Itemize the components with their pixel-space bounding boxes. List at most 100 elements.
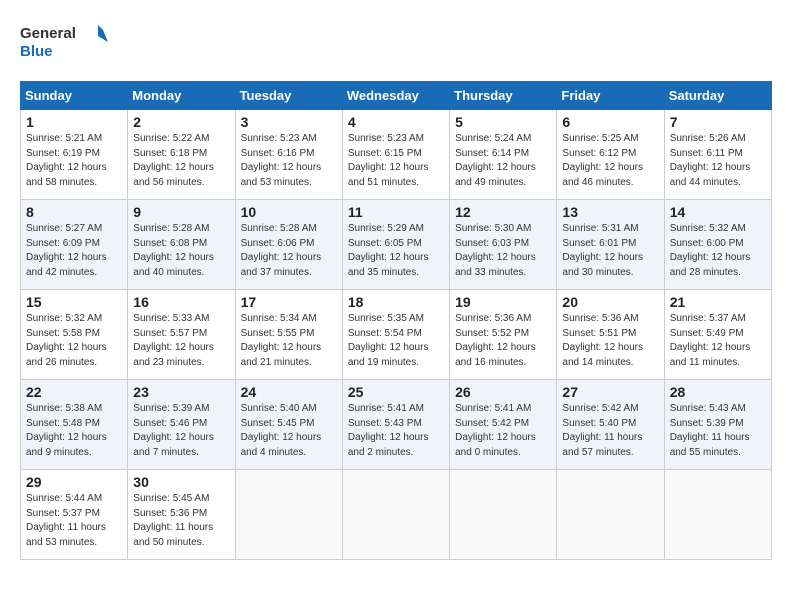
day-number: 28 [670,384,766,400]
calendar-day-cell: 12Sunrise: 5:30 AM Sunset: 6:03 PM Dayli… [450,200,557,290]
day-number: 27 [562,384,658,400]
svg-text:Blue: Blue [20,43,53,60]
calendar-day-cell: 2 Sunrise: 5:22 AM Sunset: 6:18 PM Daylig… [128,110,235,200]
calendar-day-cell: 10 Sunrise: 5:28 AM Sunset: 6:06 PM Dayli… [235,200,342,290]
day-number: 16 [133,294,229,310]
calendar-day-cell: 19Sunrise: 5:36 AM Sunset: 5:52 PM Dayli… [450,290,557,380]
calendar-day-cell: 20Sunrise: 5:36 AM Sunset: 5:51 PM Dayli… [557,290,664,380]
day-number: 11 [348,204,444,220]
weekday-header-cell: Thursday [450,82,557,110]
calendar-week-row: 29 Sunrise: 5:44 AM Sunset: 5:37 PM Dayli… [21,470,772,560]
day-number: 4 [348,114,444,130]
day-number: 21 [670,294,766,310]
day-number: 3 [241,114,337,130]
day-info: Sunrise: 5:28 AM Sunset: 6:06 PM Dayligh… [241,222,337,280]
day-info: Sunrise: 5:23 AM Sunset: 6:15 PM Dayligh… [348,132,444,190]
day-number: 17 [241,294,337,310]
day-number: 19 [455,294,551,310]
day-info: Sunrise: 5:27 AM Sunset: 6:09 PM Dayligh… [26,222,122,280]
calendar-day-cell: 28Sunrise: 5:43 AM Sunset: 5:39 PM Dayli… [664,380,771,470]
calendar-day-cell: 16 Sunrise: 5:33 AM Sunset: 5:57 PM Dayli… [128,290,235,380]
day-number: 7 [670,114,766,130]
day-number: 29 [26,474,122,490]
weekday-header-cell: Tuesday [235,82,342,110]
day-number: 9 [133,204,229,220]
day-number: 13 [562,204,658,220]
day-info: Sunrise: 5:39 AM Sunset: 5:46 PM Dayligh… [133,402,229,460]
calendar-day-cell: 14 Sunrise: 5:32 AM Sunset: 6:00 PM Dayli… [664,200,771,290]
day-info: Sunrise: 5:44 AM Sunset: 5:37 PM Dayligh… [26,492,122,550]
day-number: 5 [455,114,551,130]
day-number: 26 [455,384,551,400]
day-info: Sunrise: 5:35 AM Sunset: 5:54 PM Dayligh… [348,312,444,370]
day-number: 22 [26,384,122,400]
calendar-day-cell: 25Sunrise: 5:41 AM Sunset: 5:43 PM Dayli… [342,380,449,470]
day-info: Sunrise: 5:45 AM Sunset: 5:36 PM Dayligh… [133,492,229,550]
calendar-day-cell: 5 Sunrise: 5:24 AM Sunset: 6:14 PM Daylig… [450,110,557,200]
calendar-day-cell: 26 Sunrise: 5:41 AM Sunset: 5:42 PM Dayli… [450,380,557,470]
weekday-header-cell: Friday [557,82,664,110]
calendar-day-cell: 6Sunrise: 5:25 AM Sunset: 6:12 PM Daylig… [557,110,664,200]
calendar-day-cell: 8 Sunrise: 5:27 AM Sunset: 6:09 PM Daylig… [21,200,128,290]
day-info: Sunrise: 5:25 AM Sunset: 6:12 PM Dayligh… [562,132,658,190]
calendar-day-cell: 30 Sunrise: 5:45 AM Sunset: 5:36 PM Dayli… [128,470,235,560]
calendar-day-cell [235,470,342,560]
day-info: Sunrise: 5:32 AM Sunset: 5:58 PM Dayligh… [26,312,122,370]
day-number: 2 [133,114,229,130]
calendar-day-cell: 23 Sunrise: 5:39 AM Sunset: 5:46 PM Dayli… [128,380,235,470]
day-info: Sunrise: 5:42 AM Sunset: 5:40 PM Dayligh… [562,402,658,460]
calendar-day-cell [450,470,557,560]
day-info: Sunrise: 5:41 AM Sunset: 5:42 PM Dayligh… [455,402,551,460]
day-info: Sunrise: 5:22 AM Sunset: 6:18 PM Dayligh… [133,132,229,190]
day-info: Sunrise: 5:34 AM Sunset: 5:55 PM Dayligh… [241,312,337,370]
calendar-day-cell: 17 Sunrise: 5:34 AM Sunset: 5:55 PM Dayli… [235,290,342,380]
calendar-week-row: 15 Sunrise: 5:32 AM Sunset: 5:58 PM Dayli… [21,290,772,380]
header: General Blue [20,20,772,65]
day-info: Sunrise: 5:29 AM Sunset: 6:05 PM Dayligh… [348,222,444,280]
weekday-header-cell: Saturday [664,82,771,110]
day-info: Sunrise: 5:40 AM Sunset: 5:45 PM Dayligh… [241,402,337,460]
day-info: Sunrise: 5:26 AM Sunset: 6:11 PM Dayligh… [670,132,766,190]
day-number: 18 [348,294,444,310]
calendar-day-cell: 11 Sunrise: 5:29 AM Sunset: 6:05 PM Dayli… [342,200,449,290]
calendar-day-cell: 24 Sunrise: 5:40 AM Sunset: 5:45 PM Dayli… [235,380,342,470]
day-info: Sunrise: 5:30 AM Sunset: 6:03 PM Dayligh… [455,222,551,280]
day-info: Sunrise: 5:41 AM Sunset: 5:43 PM Dayligh… [348,402,444,460]
weekday-header-cell: Wednesday [342,82,449,110]
day-info: Sunrise: 5:21 AM Sunset: 6:19 PM Dayligh… [26,132,122,190]
calendar-day-cell: 15 Sunrise: 5:32 AM Sunset: 5:58 PM Dayli… [21,290,128,380]
calendar-day-cell [557,470,664,560]
calendar-day-cell: 29 Sunrise: 5:44 AM Sunset: 5:37 PM Dayli… [21,470,128,560]
day-number: 8 [26,204,122,220]
day-info: Sunrise: 5:33 AM Sunset: 5:57 PM Dayligh… [133,312,229,370]
calendar-day-cell: 27 Sunrise: 5:42 AM Sunset: 5:40 PM Dayli… [557,380,664,470]
day-number: 23 [133,384,229,400]
calendar-week-row: 22 Sunrise: 5:38 AM Sunset: 5:48 PM Dayli… [21,380,772,470]
logo: General Blue [20,20,110,65]
weekday-header-cell: Sunday [21,82,128,110]
day-info: Sunrise: 5:23 AM Sunset: 6:16 PM Dayligh… [241,132,337,190]
calendar-body: 1 Sunrise: 5:21 AM Sunset: 6:19 PM Daylig… [21,110,772,560]
calendar-day-cell: 7 Sunrise: 5:26 AM Sunset: 6:11 PM Daylig… [664,110,771,200]
calendar-day-cell: 9 Sunrise: 5:28 AM Sunset: 6:08 PM Daylig… [128,200,235,290]
calendar-day-cell: 13Sunrise: 5:31 AM Sunset: 6:01 PM Dayli… [557,200,664,290]
day-number: 24 [241,384,337,400]
day-number: 14 [670,204,766,220]
calendar-day-cell: 4 Sunrise: 5:23 AM Sunset: 6:15 PM Daylig… [342,110,449,200]
calendar-day-cell [664,470,771,560]
logo-svg: General Blue [20,20,110,65]
calendar-day-cell: 22 Sunrise: 5:38 AM Sunset: 5:48 PM Dayli… [21,380,128,470]
day-info: Sunrise: 5:36 AM Sunset: 5:51 PM Dayligh… [562,312,658,370]
day-info: Sunrise: 5:38 AM Sunset: 5:48 PM Dayligh… [26,402,122,460]
day-number: 30 [133,474,229,490]
calendar-table: SundayMondayTuesdayWednesdayThursdayFrid… [20,81,772,560]
day-number: 1 [26,114,122,130]
day-info: Sunrise: 5:28 AM Sunset: 6:08 PM Dayligh… [133,222,229,280]
day-info: Sunrise: 5:32 AM Sunset: 6:00 PM Dayligh… [670,222,766,280]
day-info: Sunrise: 5:24 AM Sunset: 6:14 PM Dayligh… [455,132,551,190]
weekday-header-cell: Monday [128,82,235,110]
day-number: 10 [241,204,337,220]
calendar-day-cell: 18 Sunrise: 5:35 AM Sunset: 5:54 PM Dayli… [342,290,449,380]
calendar-week-row: 1 Sunrise: 5:21 AM Sunset: 6:19 PM Daylig… [21,110,772,200]
day-number: 15 [26,294,122,310]
